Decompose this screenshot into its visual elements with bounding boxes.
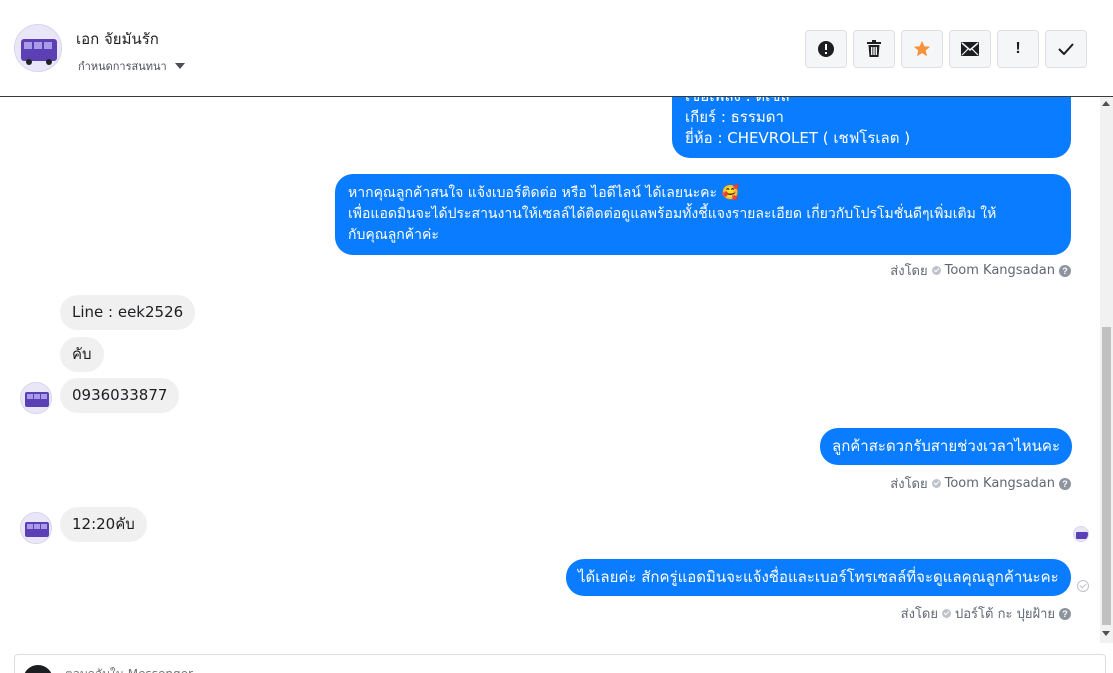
message-line: กับคุณลูกค้าค่ะ [348,227,439,243]
checkmark-icon [1058,43,1074,55]
outgoing-message[interactable]: หากคุณลูกค้าสนใจ แจ้งเบอร์ติดต่อ หรือ ไอ… [335,174,1071,255]
star-icon [913,40,931,57]
delete-button[interactable] [853,30,895,68]
verified-check-icon [931,479,941,488]
contact-avatar[interactable] [14,24,62,72]
verified-check-icon [931,266,941,275]
scrollbar-thumb[interactable] [1102,327,1111,625]
sent-by-info: ส่งโดย ปอร์โต้ กะ ปุยฝ้าย ? [901,603,1071,624]
outgoing-message[interactable]: ได้เลยค่ะ สักครู่แอดมินจะแจ้งชื่อและเบอร… [566,559,1071,596]
contact-avatar-small[interactable] [20,382,52,414]
contact-name[interactable]: เอก จัยมันรัก [76,27,159,51]
sent-by-label: ส่งโดย [890,477,928,492]
reply-input[interactable] [65,667,465,673]
sender-name[interactable]: Toom Kangsadan [945,263,1055,278]
message-line: หากคุณลูกค้าสนใจ แจ้งเบอร์ติดต่อ หรือ ไอ… [348,185,739,201]
incoming-message[interactable]: 0936033877 [60,378,180,413]
page-avatar [23,665,53,673]
message-text: คับ [72,345,92,363]
message-text: Line : eek2526 [72,303,184,321]
help-icon[interactable]: ? [1059,264,1071,277]
contact-avatar-small[interactable] [20,512,52,544]
sender-name[interactable]: ปอร์โต้ กะ ปุยฝ้าย [955,603,1055,624]
message-text: ได้เลยค่ะ สักครู่แอดมินจะแจ้งชื่อและเบอร… [578,568,1059,586]
message-line: เพื่อแอดมินจะได้ประสานงานให้เซลล์ได้ติดต… [348,206,997,222]
message-text: 0936033877 [72,386,168,404]
sender-name[interactable]: Toom Kangsadan [945,476,1055,491]
message-line: ยี่ห้อ : CHEVROLET ( เชฟโรเลต ) [685,129,911,147]
sent-by-label: ส่งโดย [900,607,938,622]
mark-unread-button[interactable] [949,30,991,68]
help-icon[interactable]: ? [1059,607,1071,620]
exclamation-icon: ! [1015,40,1021,57]
message-line: เกียร์ : ธรรมดา [685,108,784,126]
follow-up-button[interactable]: ! [997,30,1039,68]
star-button[interactable] [901,30,943,68]
reply-composer [14,654,1106,673]
caret-down-icon [174,63,185,69]
mark-spam-button[interactable] [805,30,847,68]
action-toolbar: ! [805,30,1087,68]
envelope-icon [961,42,979,56]
message-text: 12:20คับ [72,515,135,533]
assign-conversation-dropdown[interactable]: กำหนดการสนทนา [78,57,185,75]
message-text: ลูกค้าสะดวกรับสายช่วงเวลาไหนคะ [832,437,1061,455]
conversation-header: เอก จัยมันรัก กำหนดการสนทนา ! [0,0,1113,97]
mark-done-button[interactable] [1045,30,1087,68]
verified-check-icon [942,609,951,618]
scroll-up-arrow-icon[interactable] [1102,101,1110,106]
message-line: เชื้อเพลิง : ดีเซล [685,97,1058,107]
sent-by-info: ส่งโดย Toom Kangsadan ? [890,473,1071,494]
incoming-message[interactable]: คับ [60,337,104,372]
trash-icon [867,40,881,57]
exclamation-circle-icon [818,41,834,57]
delivered-check-icon [1077,580,1089,592]
incoming-message[interactable]: 12:20คับ [60,507,147,542]
scroll-down-arrow-icon[interactable] [1102,631,1110,636]
outgoing-message[interactable]: ลูกค้าสะดวกรับสายช่วงเวลาไหนคะ [820,428,1073,465]
incoming-message[interactable]: Line : eek2526 [60,295,196,330]
sent-by-label: ส่งโดย [890,264,928,279]
assign-label: กำหนดการสนทนา [78,60,167,73]
message-thread[interactable]: เชื้อเพลิง : ดีเซล เกียร์ : ธรรมดา ยี่ห้… [0,97,1100,643]
help-icon[interactable]: ? [1059,477,1071,490]
seen-indicator-avatar [1073,526,1089,542]
outgoing-message[interactable]: เชื้อเพลิง : ดีเซล เกียร์ : ธรรมดา ยี่ห้… [672,97,1071,158]
sent-by-info: ส่งโดย Toom Kangsadan ? [890,260,1071,281]
